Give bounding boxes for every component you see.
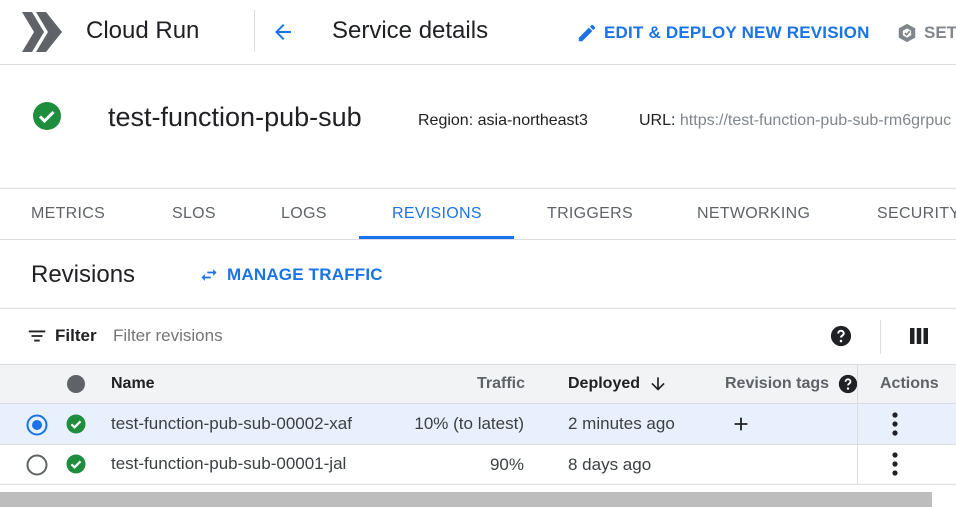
active-tab-indicator	[359, 236, 514, 239]
radio-empty-icon[interactable]	[26, 454, 48, 476]
revisions-title: Revisions	[31, 261, 136, 288]
region-value: asia-northeast3	[477, 112, 588, 129]
url-info: URL: https://test-function-pub-sub-rm6gr…	[639, 112, 956, 130]
column-header-traffic[interactable]: Traffic	[477, 375, 525, 393]
tab-revisions[interactable]: REVISIONS	[392, 189, 482, 239]
column-header-name[interactable]: Name	[111, 375, 155, 393]
revision-name-link[interactable]: test-function-pub-sub-00001-jal	[111, 454, 346, 474]
back-arrow-icon[interactable]	[270, 20, 296, 44]
help-icon[interactable]	[830, 325, 852, 347]
actions-column-divider	[857, 365, 858, 485]
service-name: test-function-pub-sub	[108, 102, 362, 132]
revision-deployed: 2 minutes ago	[568, 414, 675, 433]
tab-logs[interactable]: LOGS	[281, 189, 327, 239]
deployed-header-label: Deployed	[568, 375, 641, 392]
tab-networking[interactable]: NETWORKING	[697, 189, 810, 239]
manage-traffic-button[interactable]: MANAGE TRAFFIC	[199, 262, 383, 288]
sort-down-icon[interactable]	[648, 374, 668, 394]
tab-slos[interactable]: SLOS	[172, 189, 216, 239]
header-divider	[254, 10, 255, 52]
service-url-link[interactable]: https://test-function-pub-sub-rm6grpuc	[680, 112, 951, 129]
horizontal-scrollbar[interactable]	[0, 492, 932, 507]
region-info: Region: asia-northeast3	[418, 112, 588, 130]
url-label: URL:	[639, 112, 676, 129]
cloud-run-logo-icon[interactable]	[22, 12, 64, 52]
revision-traffic: 90%	[489, 455, 524, 474]
set-button[interactable]: SET	[896, 20, 956, 46]
column-display-icon[interactable]	[909, 326, 929, 346]
tab-triggers[interactable]: TRIGGERS	[547, 189, 633, 239]
filter-label: Filter	[55, 326, 97, 345]
revision-name-link[interactable]: test-function-pub-sub-00002-xaf	[111, 414, 352, 434]
help-icon[interactable]	[838, 374, 858, 394]
status-ok-icon	[66, 454, 86, 474]
filter-icon	[28, 330, 46, 342]
status-ok-icon	[33, 102, 61, 130]
tab-metrics[interactable]: METRICS	[31, 189, 105, 239]
set-label: SET	[924, 23, 956, 42]
revision-traffic: 10% (to latest)	[414, 414, 524, 433]
more-vert-icon[interactable]	[884, 412, 906, 436]
column-header-tags: Revision tags	[725, 373, 858, 395]
tags-header-label: Revision tags	[725, 375, 830, 392]
column-header-deployed[interactable]: Deployed	[568, 373, 668, 395]
pencil-icon	[578, 24, 596, 42]
status-column-icon	[67, 375, 85, 393]
filter-button[interactable]: Filter	[26, 324, 97, 348]
add-tag-icon[interactable]	[730, 413, 752, 435]
revision-deployed: 8 days ago	[568, 455, 652, 474]
column-header-actions: Actions	[880, 375, 939, 392]
manage-traffic-label: MANAGE TRAFFIC	[227, 265, 383, 284]
edit-deploy-button[interactable]: EDIT & DEPLOY NEW REVISION	[576, 20, 870, 46]
filter-input[interactable]	[108, 322, 818, 350]
radio-selected-icon[interactable]	[26, 414, 48, 436]
status-ok-icon	[66, 414, 86, 434]
more-vert-icon[interactable]	[884, 452, 906, 476]
product-title: Cloud Run	[86, 17, 200, 44]
page-title: Service details	[332, 17, 489, 44]
edit-deploy-label: EDIT & DEPLOY NEW REVISION	[604, 23, 870, 42]
revisions-header	[0, 240, 956, 309]
swap-arrows-icon	[201, 269, 217, 281]
set-icon	[898, 23, 916, 43]
tab-security[interactable]: SECURITY	[877, 189, 956, 239]
region-label: Region:	[418, 112, 474, 129]
filter-divider	[880, 320, 881, 354]
